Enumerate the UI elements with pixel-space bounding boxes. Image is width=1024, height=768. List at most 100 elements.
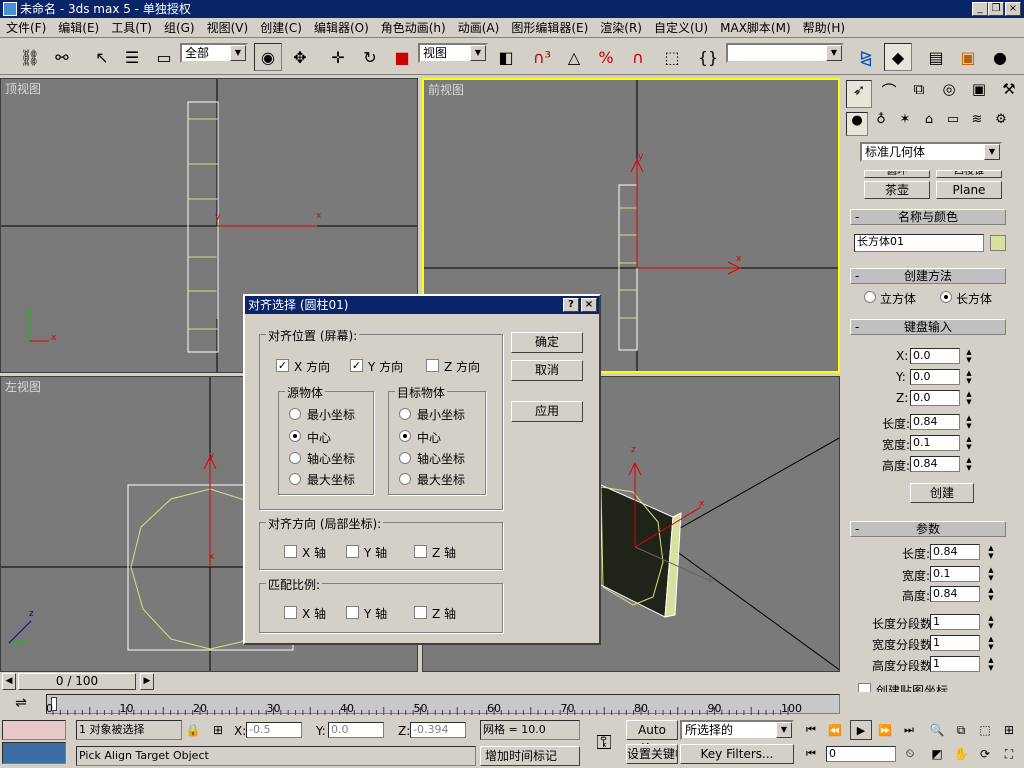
current-frame-field[interactable]: 0 bbox=[826, 746, 896, 762]
width-segs-spinner[interactable]: ▲ ▼ bbox=[986, 635, 996, 651]
scale-y-checkbox[interactable] bbox=[346, 606, 359, 619]
helpers-icon[interactable]: ▭ bbox=[942, 112, 964, 136]
box-radio[interactable] bbox=[940, 291, 952, 303]
absolute-mode-icon[interactable]: ⊞ bbox=[208, 720, 228, 740]
minimize-button[interactable]: _ bbox=[972, 2, 988, 16]
target-center-radio[interactable] bbox=[399, 430, 411, 442]
height-segs-spinner[interactable]: ▲ ▼ bbox=[986, 656, 996, 672]
maxscript-listener-mini[interactable] bbox=[2, 720, 66, 740]
object-name-field[interactable]: 长方体01 bbox=[854, 234, 984, 252]
x-position-checkbox[interactable]: ✓ bbox=[276, 359, 289, 372]
move-icon[interactable]: ✛ bbox=[324, 43, 352, 71]
kb-height-spinner[interactable]: ▲ ▼ bbox=[964, 456, 974, 472]
coord-x-field[interactable]: -0.5 bbox=[246, 722, 302, 738]
cube-radio[interactable] bbox=[864, 291, 876, 303]
systems-icon[interactable]: ⚙ bbox=[990, 112, 1012, 136]
coord-y-field[interactable]: 0.0 bbox=[328, 722, 384, 738]
menu-item-5[interactable]: 创建(C) bbox=[254, 18, 308, 36]
torus-button[interactable]: 圆环 bbox=[864, 170, 930, 178]
menu-item-7[interactable]: 角色动画(h) bbox=[375, 18, 452, 36]
key-mode-dropdown[interactable]: 所选择的 ▼ bbox=[680, 720, 794, 740]
slider-prev-icon[interactable]: ◀ bbox=[2, 673, 16, 690]
unlink-icon[interactable]: ⚯ bbox=[48, 43, 76, 71]
orient-x-checkbox[interactable] bbox=[284, 545, 297, 558]
slider-next-icon[interactable]: ▶ bbox=[140, 673, 154, 690]
cancel-button[interactable]: 取消 bbox=[511, 360, 583, 381]
maxscript-output-mini[interactable] bbox=[2, 742, 66, 764]
source-pivot-radio[interactable] bbox=[289, 452, 301, 464]
kb-height-field[interactable]: 0.84 bbox=[910, 456, 960, 472]
z-position-checkbox[interactable] bbox=[426, 359, 439, 372]
target-max-radio[interactable] bbox=[399, 473, 411, 485]
utilities-tab-icon[interactable]: ⚒ bbox=[996, 80, 1022, 108]
auto-key-button[interactable]: Auto Key bbox=[626, 720, 678, 755]
menu-item-4[interactable]: 视图(V) bbox=[201, 18, 255, 36]
kb-length-field[interactable]: 0.84 bbox=[910, 414, 960, 430]
geometry-icon[interactable]: ● bbox=[846, 112, 868, 136]
kb-length-spinner[interactable]: ▲ ▼ bbox=[964, 414, 974, 430]
kb-z-field[interactable]: 0.0 bbox=[910, 390, 960, 406]
time-slider[interactable]: 0 / 100 bbox=[18, 673, 136, 690]
param-width-spinner[interactable]: ▲ ▼ bbox=[986, 566, 996, 582]
create-button[interactable]: 创建 bbox=[910, 483, 974, 503]
param-width-field[interactable]: 0.1 bbox=[930, 566, 980, 582]
goto-start-icon[interactable]: ⏮ bbox=[800, 720, 822, 740]
track-bar-toggle-icon[interactable]: ⇌ bbox=[8, 694, 34, 712]
coord-z-field[interactable]: -0.394 bbox=[410, 722, 466, 738]
menu-item-13[interactable]: 帮助(H) bbox=[797, 18, 851, 36]
select-arrow-icon[interactable]: ↖ bbox=[88, 43, 116, 71]
cameras-icon[interactable]: ⌂ bbox=[918, 112, 940, 136]
window-crossing-icon[interactable]: ◉ bbox=[254, 43, 282, 71]
align-icon[interactable]: ◆ bbox=[884, 43, 912, 71]
menu-item-2[interactable]: 工具(T) bbox=[105, 18, 158, 36]
mirror-icon[interactable]: ⧎ bbox=[852, 43, 880, 71]
key-mode-toggle-icon[interactable]: ⏮ bbox=[800, 744, 822, 764]
length-segs-field[interactable]: 1 bbox=[930, 614, 980, 630]
category-dropdown[interactable]: 标准几何体 ▼ bbox=[860, 142, 1002, 162]
creation-method-rollout[interactable]: - 创建方法 bbox=[850, 268, 1006, 284]
orient-y-checkbox[interactable] bbox=[346, 545, 359, 558]
next-frame-icon[interactable]: ⏩ bbox=[874, 720, 896, 740]
y-position-checkbox[interactable]: ✓ bbox=[350, 359, 363, 372]
curve-editor-icon[interactable]: ▣ bbox=[954, 43, 982, 71]
kb-y-field[interactable]: 0.0 bbox=[910, 369, 960, 385]
kb-y-spinner[interactable]: ▲ ▼ bbox=[964, 369, 974, 385]
shapes-icon[interactable]: ♁ bbox=[870, 112, 892, 136]
link-icon[interactable]: ⛓ bbox=[16, 43, 44, 71]
kb-z-spinner[interactable]: ▲ ▼ bbox=[964, 390, 974, 406]
menu-item-6[interactable]: 编辑器(O) bbox=[308, 18, 375, 36]
key-filters-button[interactable]: Key Filters... bbox=[680, 744, 794, 764]
target-pivot-radio[interactable] bbox=[399, 452, 411, 464]
prev-frame-icon[interactable]: ⏪ bbox=[824, 720, 846, 740]
width-segs-field[interactable]: 1 bbox=[930, 635, 980, 651]
lights-icon[interactable]: ✶ bbox=[894, 112, 916, 136]
field-of-view-icon[interactable]: ◩ bbox=[926, 744, 948, 764]
close-button[interactable]: × bbox=[1005, 2, 1021, 16]
menu-item-0[interactable]: 文件(F) bbox=[0, 18, 52, 36]
spacewarps-icon[interactable]: ≋ bbox=[966, 112, 988, 136]
menu-item-12[interactable]: MAX脚本(M) bbox=[714, 18, 797, 36]
named-selection-dropdown[interactable]: ▼ bbox=[726, 43, 844, 63]
source-max-radio[interactable] bbox=[289, 473, 301, 485]
select-move-icon[interactable]: ✥ bbox=[286, 43, 314, 71]
name-color-rollout[interactable]: - 名称与颜色 bbox=[850, 209, 1006, 225]
menu-item-11[interactable]: 自定义(U) bbox=[648, 18, 714, 36]
pan-icon[interactable]: ✋ bbox=[950, 744, 972, 764]
zoom-extents-all-icon[interactable]: ⊞ bbox=[998, 720, 1020, 740]
dialog-close-button[interactable]: × bbox=[581, 298, 597, 312]
edit-named-selection-icon[interactable]: ⬚ bbox=[658, 43, 686, 71]
zoom-icon[interactable]: 🔍 bbox=[926, 720, 948, 740]
scale-icon[interactable]: ■ bbox=[388, 43, 416, 71]
goto-end-icon[interactable]: ⏭ bbox=[898, 720, 920, 740]
motion-tab-icon[interactable]: ◎ bbox=[936, 80, 962, 108]
scale-x-checkbox[interactable] bbox=[284, 606, 297, 619]
kb-width-field[interactable]: 0.1 bbox=[910, 435, 960, 451]
angle-snap-icon[interactable]: △ bbox=[560, 43, 588, 71]
snap-3d-icon[interactable]: ∩³ bbox=[528, 43, 556, 71]
param-length-field[interactable]: 0.84 bbox=[930, 544, 980, 560]
orient-z-checkbox[interactable] bbox=[414, 545, 427, 558]
pivot-center-icon[interactable]: ◧ bbox=[492, 43, 520, 71]
time-config-icon[interactable]: ⏲ bbox=[900, 744, 920, 764]
param-height-spinner[interactable]: ▲ ▼ bbox=[986, 586, 996, 602]
set-key-icon[interactable]: ⚿ bbox=[588, 728, 620, 756]
